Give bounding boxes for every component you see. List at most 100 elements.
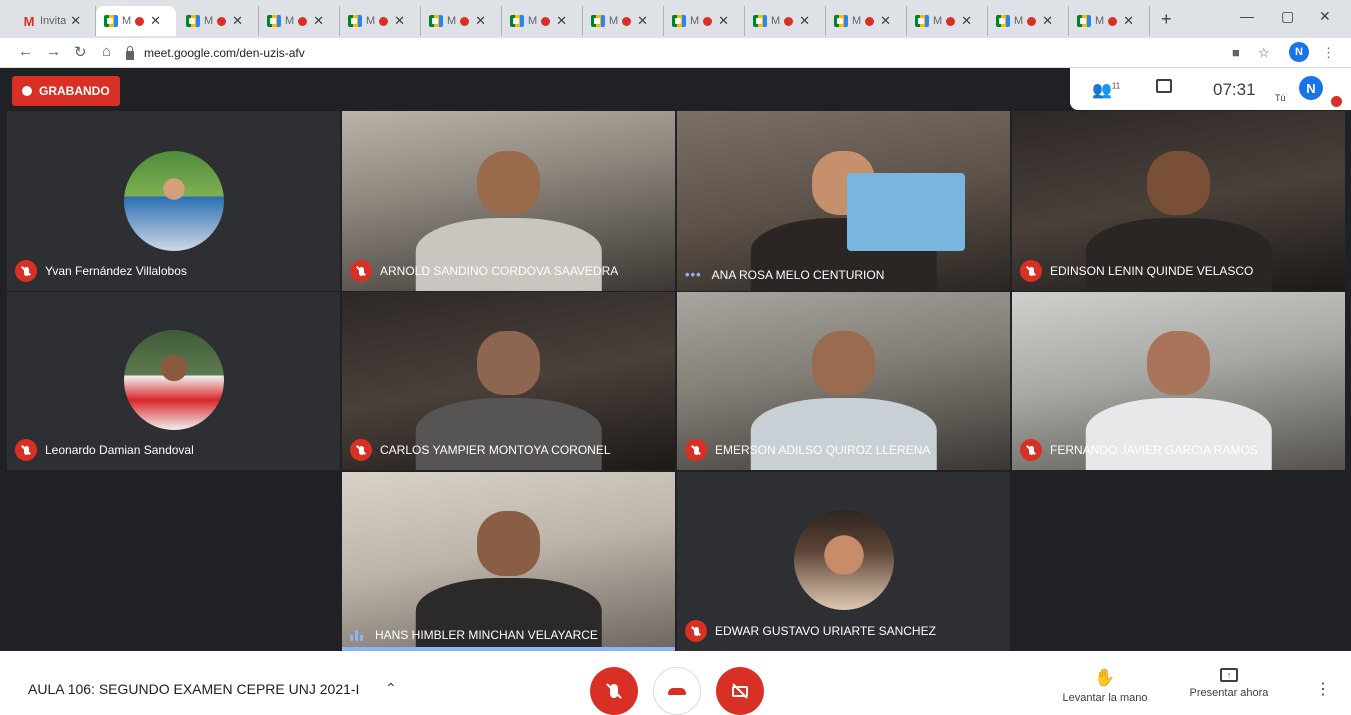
mic-off-icon [685, 439, 707, 461]
more-options-icon[interactable]: ⋮ [1315, 679, 1331, 699]
participant-tile[interactable]: EMERSON ADILSO QUIROZ LLERENA [677, 292, 1010, 470]
participant-tile[interactable]: EDINSON LENIN QUINDE VELASCO [1012, 111, 1345, 291]
participant-tile[interactable]: EDWAR GUSTAVO URIARTE SANCHEZ [677, 472, 1010, 651]
recording-indicator-icon [865, 16, 875, 26]
maximize-icon[interactable]: ▢ [1281, 8, 1294, 25]
close-tab-icon[interactable]: ✕ [394, 13, 405, 29]
participant-tile[interactable]: ARNOLD SANDINO CORDOVA SAAVEDRA [342, 111, 675, 291]
meet-icon [104, 15, 118, 27]
browser-tab[interactable]: M ✕ [745, 6, 826, 36]
participant-name: FERNANDO JAVIER GARCIA RAMOS [1050, 443, 1258, 457]
meeting-title[interactable]: AULA 106: SEGUNDO EXAMEN CEPRE UNJ 2021-… [28, 681, 359, 697]
recording-indicator-icon [1027, 16, 1037, 26]
home-icon[interactable]: ⌂ [102, 43, 111, 60]
browser-tab[interactable]: M ✕ [988, 6, 1069, 36]
browser-menu-icon[interactable]: ⋮ [1322, 45, 1335, 61]
browser-tab[interactable]: M ✕ [421, 6, 502, 36]
self-avatar[interactable]: N [1299, 76, 1323, 100]
browser-tab[interactable]: M ✕ [502, 6, 583, 36]
close-tab-icon[interactable]: ✕ [718, 13, 729, 29]
leave-call-button[interactable] [653, 667, 701, 715]
close-tab-icon[interactable]: ✕ [1123, 13, 1134, 29]
chat-icon[interactable] [1156, 79, 1172, 93]
close-tab-icon[interactable]: ✕ [313, 13, 324, 29]
browser-tab[interactable]: M ✕ [1069, 6, 1150, 36]
meet-icon [834, 15, 848, 27]
close-tab-icon[interactable]: ✕ [475, 13, 486, 29]
participant-tile[interactable]: FERNANDO JAVIER GARCIA RAMOS [1012, 292, 1345, 470]
browser-tab[interactable]: M ✕ [259, 6, 340, 36]
participant-label: Leonardo Damian Sandoval [15, 439, 194, 461]
close-tab-icon[interactable]: ✕ [70, 13, 81, 29]
recording-badge[interactable]: GRABANDO [12, 76, 120, 106]
meet-icon [267, 15, 281, 27]
browser-tab[interactable]: M ✕ [340, 6, 421, 36]
recording-label: GRABANDO [39, 84, 110, 98]
browser-tab[interactable]: M ✕ [583, 6, 664, 36]
close-window-icon[interactable]: ✕ [1319, 8, 1331, 25]
participant-tile[interactable]: Leonardo Damian Sandoval [7, 292, 340, 470]
chevron-up-icon[interactable]: ⌃ [385, 680, 397, 697]
meet-icon [753, 15, 767, 27]
mic-off-icon [1020, 439, 1042, 461]
participants-button[interactable]: 👥11 [1092, 80, 1120, 100]
close-tab-icon[interactable]: ✕ [961, 13, 972, 29]
toggle-camera-button[interactable] [716, 667, 764, 715]
participant-label: CARLOS YAMPIER MONTOYA CORONEL [350, 439, 611, 461]
toggle-microphone-button[interactable] [590, 667, 638, 715]
participant-name: EDINSON LENIN QUINDE VELASCO [1050, 264, 1254, 278]
people-icon: 👥 [1092, 82, 1112, 99]
reload-icon[interactable]: ↻ [74, 43, 87, 61]
minimize-icon[interactable]: — [1240, 8, 1254, 24]
participant-tile[interactable]: ••• ANA ROSA MELO CENTURION [677, 111, 1010, 291]
tab-title: M [366, 15, 376, 27]
participant-tile[interactable]: Yvan Fernández Villalobos [7, 111, 340, 291]
browser-tab[interactable]: M ✕ [664, 6, 745, 36]
hang-up-icon [668, 687, 686, 695]
browser-tab[interactable]: M ✕ [907, 6, 988, 36]
close-tab-icon[interactable]: ✕ [880, 13, 891, 29]
participant-tile[interactable]: CARLOS YAMPIER MONTOYA CORONEL [342, 292, 675, 470]
present-now-button[interactable]: ↑ Presentar ahora [1180, 668, 1278, 699]
recording-indicator-icon [217, 16, 227, 26]
bookmark-star-icon[interactable]: ☆ [1258, 45, 1270, 61]
browser-tab-active[interactable]: M ✕ [96, 6, 176, 36]
tab-title: M [933, 15, 943, 27]
profile-avatar-icon[interactable]: N [1289, 42, 1309, 62]
browser-tab-strip: M Invita ✕ M ✕ M ✕ M ✕ M ✕ M ✕ M ✕ M ✕ M ✕ M ✕ M… [0, 0, 1351, 38]
close-tab-icon[interactable]: ✕ [232, 13, 243, 29]
participant-name: ARNOLD SANDINO CORDOVA SAAVEDRA [380, 264, 619, 278]
meet-icon [429, 15, 443, 27]
camera-in-use-icon[interactable]: ■ [1232, 45, 1240, 60]
participant-tile-speaking[interactable]: HANS HIMBLER MINCHAN VELAYARCE [342, 472, 675, 651]
close-tab-icon[interactable]: ✕ [637, 13, 648, 29]
meeting-clock: 07:31 [1213, 80, 1256, 99]
participant-name: Yvan Fernández Villalobos [45, 264, 187, 278]
browser-tab[interactable]: M ✕ [178, 6, 259, 36]
participant-label: EMERSON ADILSO QUIROZ LLERENA [685, 439, 930, 461]
participant-label: ARNOLD SANDINO CORDOVA SAAVEDRA [350, 260, 618, 282]
address-bar[interactable]: meet.google.com/den-uzis-afv [126, 42, 1226, 64]
browser-tab[interactable]: M Invita ✕ [14, 6, 96, 36]
close-tab-icon[interactable]: ✕ [556, 13, 567, 29]
participant-label: FERNANDO JAVIER GARCIA RAMOS [1020, 439, 1258, 461]
close-tab-icon[interactable]: ✕ [1042, 13, 1053, 29]
tab-title: Invita [40, 15, 67, 27]
back-icon[interactable]: ← [18, 43, 33, 60]
recording-indicator-icon [541, 16, 551, 26]
browser-tab[interactable]: M ✕ [826, 6, 907, 36]
close-tab-icon[interactable]: ✕ [150, 13, 161, 29]
meet-icon [672, 15, 686, 27]
speaking-indicator-icon [350, 629, 365, 641]
tab-title: M [609, 15, 619, 27]
raise-hand-button[interactable]: ✋ Levantar la mano [1055, 668, 1155, 704]
new-tab-icon[interactable]: + [1161, 9, 1172, 30]
mic-off-icon [15, 260, 37, 282]
forward-icon[interactable]: → [46, 43, 61, 60]
hand-icon: ✋ [1094, 668, 1116, 687]
mic-off-icon [15, 439, 37, 461]
close-tab-icon[interactable]: ✕ [799, 13, 810, 29]
participant-label: ••• ANA ROSA MELO CENTURION [685, 267, 884, 282]
connecting-dots-icon: ••• [685, 267, 702, 282]
participant-label: EDINSON LENIN QUINDE VELASCO [1020, 260, 1253, 282]
